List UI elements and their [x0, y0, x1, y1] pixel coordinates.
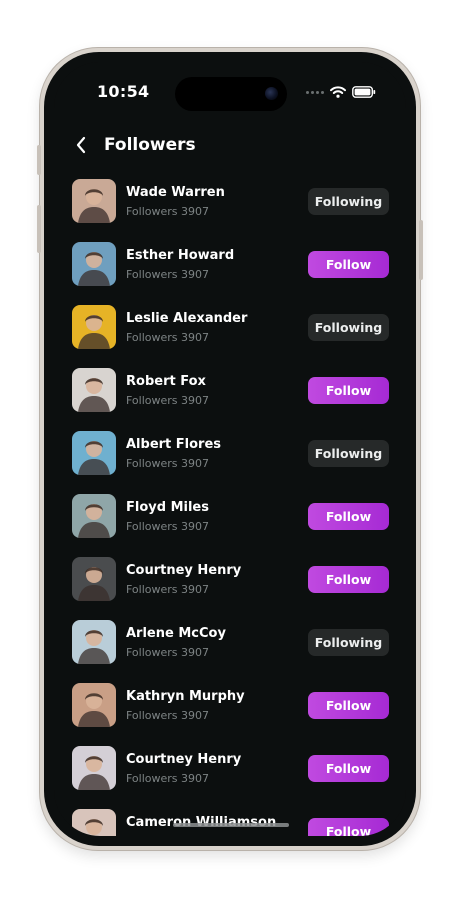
page-title: Followers — [104, 135, 196, 155]
follow-button[interactable]: Follow — [308, 818, 389, 836]
volume-up-button — [37, 145, 41, 175]
follower-name: Esther Howard — [126, 248, 235, 263]
follower-count: Followers 3907 — [126, 583, 210, 596]
battery-icon — [352, 86, 376, 98]
follower-count: Followers 3907 — [126, 205, 210, 218]
avatar[interactable] — [72, 242, 116, 286]
wifi-icon — [330, 86, 346, 98]
list-item[interactable]: Albert Flores Followers 3907 Following — [54, 427, 406, 490]
follow-button[interactable]: Follow — [308, 692, 389, 719]
follower-count: Followers 3907 — [126, 646, 210, 659]
list-item[interactable]: Kathryn Murphy Followers 3907 Follow — [54, 679, 406, 742]
follow-button[interactable]: Follow — [308, 377, 389, 404]
follow-button[interactable]: Follow — [308, 755, 389, 782]
app-screen: 10:54 Followers Wade Warren Followers 390… — [54, 62, 406, 836]
back-button[interactable] — [68, 132, 94, 158]
following-button[interactable]: Following — [308, 440, 389, 467]
list-item[interactable]: Robert Fox Followers 3907 Follow — [54, 364, 406, 427]
follower-count: Followers 3907 — [126, 520, 210, 533]
following-button[interactable]: Following — [308, 314, 389, 341]
following-button[interactable]: Following — [308, 629, 389, 656]
follower-name: Arlene McCoy — [126, 626, 226, 641]
follower-count: Followers 3907 — [126, 457, 210, 470]
chevron-left-icon — [76, 136, 86, 154]
list-item[interactable]: Arlene McCoy Followers 3907 Following — [54, 616, 406, 679]
list-item[interactable]: Leslie Alexander Followers 3907 Following — [54, 301, 406, 364]
follow-button[interactable]: Follow — [308, 251, 389, 278]
list-item[interactable]: Floyd Miles Followers 3907 Follow — [54, 490, 406, 553]
list-item[interactable]: Courtney Henry Followers 3907 Follow — [54, 742, 406, 805]
list-item[interactable]: Courtney Henry Followers 3907 Follow — [54, 553, 406, 616]
follower-count: Followers 3907 — [126, 331, 210, 344]
follow-button[interactable]: Follow — [308, 503, 389, 530]
avatar[interactable] — [72, 179, 116, 223]
avatar[interactable] — [72, 683, 116, 727]
status-time: 10:54 — [97, 82, 150, 101]
header: Followers — [68, 132, 196, 158]
list-item[interactable]: Esther Howard Followers 3907 Follow — [54, 238, 406, 301]
follower-name: Kathryn Murphy — [126, 689, 245, 704]
follower-count: Followers 3907 — [126, 772, 210, 785]
follower-count: Followers 3907 — [126, 394, 210, 407]
follower-count: Followers 3907 — [126, 268, 210, 281]
signal-icon — [306, 90, 324, 94]
power-button — [419, 220, 423, 280]
avatar[interactable] — [72, 431, 116, 475]
follower-name: Courtney Henry — [126, 563, 242, 578]
follower-count: Followers 3907 — [126, 835, 209, 836]
follow-button[interactable]: Follow — [308, 566, 389, 593]
home-indicator[interactable] — [173, 823, 289, 827]
follower-name: Robert Fox — [126, 374, 206, 389]
following-button[interactable]: Following — [308, 188, 389, 215]
follower-name: Floyd Miles — [126, 500, 209, 515]
camera-icon — [265, 87, 278, 100]
dynamic-island — [175, 77, 287, 111]
follower-name: Leslie Alexander — [126, 311, 248, 326]
follower-name: Courtney Henry — [126, 752, 242, 767]
avatar[interactable] — [72, 746, 116, 790]
follower-count: Followers 3907 — [126, 709, 210, 722]
avatar[interactable] — [72, 809, 116, 836]
list-item[interactable]: Cameron WilliamsonFollowers 3907Follow — [54, 805, 406, 836]
avatar[interactable] — [72, 305, 116, 349]
follower-name: Albert Flores — [126, 437, 222, 452]
avatar[interactable] — [72, 557, 116, 601]
follower-name: Wade Warren — [126, 185, 225, 200]
followers-list: Wade Warren Followers 3907 Following Esther… — [54, 175, 406, 836]
avatar[interactable] — [72, 494, 116, 538]
status-icons — [306, 86, 376, 98]
list-item[interactable]: Wade Warren Followers 3907 Following — [54, 175, 406, 238]
avatar[interactable] — [72, 620, 116, 664]
avatar[interactable] — [72, 368, 116, 412]
volume-down-button — [37, 205, 41, 253]
